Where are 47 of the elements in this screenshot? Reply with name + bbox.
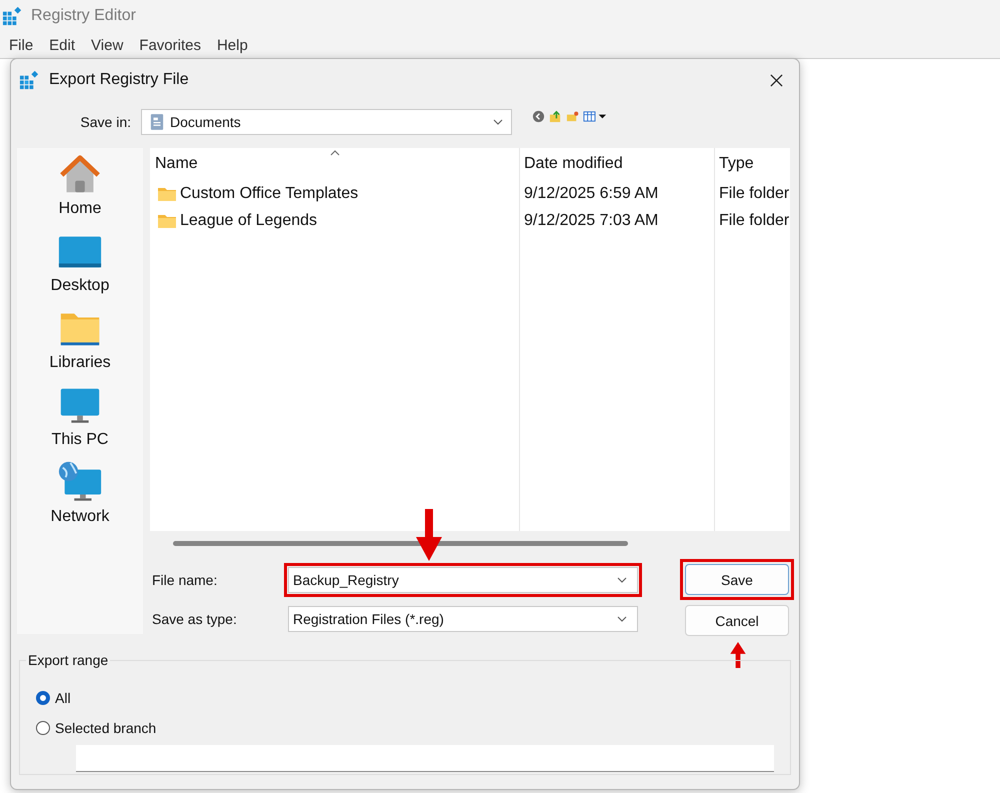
column-header[interactable]: Name [150, 155, 519, 173]
sort-icon [330, 150, 340, 156]
column-header[interactable]: Type [714, 155, 790, 173]
column-header[interactable]: Date modified [519, 155, 714, 173]
registry-icon [19, 70, 40, 90]
radio-button[interactable] [36, 721, 50, 735]
menu-item[interactable]: Favorites [139, 36, 201, 54]
file-type-label: Save as type: [151, 611, 238, 627]
folder-icon [157, 212, 177, 228]
file-name-cell[interactable]: League of Legends [180, 212, 318, 230]
radio-label[interactable]: Selected branch [55, 720, 156, 736]
radio-button[interactable] [36, 691, 50, 705]
date-cell-text: 9/12/2025 6:59 AM [523, 184, 660, 202]
registry-icon [2, 6, 23, 26]
file-name-field[interactable]: Backup_Registry [288, 567, 638, 593]
scrollbar-thumb[interactable] [173, 540, 628, 546]
file-type-dropdown[interactable]: Registration Files (*.reg) [288, 606, 638, 632]
cancel-button[interactable]: Cancel [685, 605, 789, 636]
up-folder-icon[interactable] [549, 110, 562, 122]
view-menu-icon[interactable] [583, 110, 607, 122]
date-cell-text: 9/12/2025 7:03 AM [523, 212, 660, 230]
menu-item[interactable]: Help [216, 36, 248, 54]
save-in-label: Save in: [79, 114, 132, 130]
type-cell-text: File folder [718, 212, 790, 230]
place-item[interactable]: Desktop [50, 229, 110, 306]
place-item[interactable]: Libraries [49, 306, 111, 383]
place-item[interactable]: Network [50, 460, 110, 537]
menu-item[interactable]: Edit [49, 36, 76, 54]
back-icon[interactable] [532, 110, 545, 122]
file-name-label: File name: [151, 572, 218, 588]
new-folder-icon[interactable] [566, 110, 579, 122]
file-name-cell[interactable]: Custom Office Templates [180, 184, 358, 202]
folder-icon [157, 186, 177, 202]
radio-label[interactable]: All [55, 690, 71, 706]
menu-item[interactable]: View [91, 36, 124, 54]
place-item[interactable]: Home [57, 152, 103, 229]
group-title: Export range [26, 652, 110, 668]
save-in-dropdown[interactable]: Documents [141, 109, 512, 135]
dialog-title: Export Registry File [49, 71, 190, 89]
save-button[interactable]: Save [685, 564, 789, 595]
menu-item[interactable]: File [9, 36, 34, 54]
close-icon[interactable] [770, 74, 783, 86]
document-icon [150, 113, 164, 131]
branch-field[interactable] [76, 745, 774, 772]
place-item[interactable]: This PC [52, 383, 108, 460]
type-cell-text: File folder [718, 184, 790, 202]
window-title: Registry Editor [31, 7, 136, 25]
